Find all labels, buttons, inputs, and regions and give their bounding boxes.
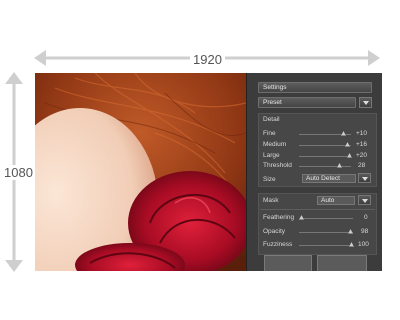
photo-canvas[interactable] (35, 73, 246, 271)
slider-threshold-track[interactable] (299, 166, 351, 167)
slider-medium-track[interactable] (299, 145, 351, 146)
slider-threshold-value: 28 (358, 162, 366, 169)
preset-dropdown-chevron-icon[interactable] (359, 97, 372, 108)
portrait-image (35, 73, 246, 271)
settings-title-bar: Settings (258, 82, 372, 93)
slider-fuzziness-label: Fuzziness (263, 241, 293, 248)
slider-opacity-label: Opacity (263, 228, 286, 235)
size-dropdown[interactable]: Auto Detect (302, 174, 356, 183)
slider-feathering-value: 0 (364, 214, 368, 221)
mask-dropdown[interactable]: Auto (317, 196, 355, 205)
slider-large-track[interactable] (299, 156, 351, 157)
slider-large-value: +20 (356, 152, 368, 159)
slider-medium-label: Medium (263, 141, 287, 148)
detail-header: Detail (263, 116, 280, 123)
settings-panel: Settings Preset Detail Fine +10 Medium +… (246, 73, 382, 271)
height-label: 1080 (1, 165, 36, 180)
slider-opacity-value: 98 (361, 228, 369, 235)
slider-large-label: Large (263, 152, 280, 159)
slider-feathering-label: Feathering (263, 214, 295, 221)
slider-feathering-track[interactable] (299, 218, 353, 219)
slider-medium-value: +16 (356, 141, 368, 148)
mask-divider (260, 209, 375, 210)
size-label: Size (263, 176, 276, 183)
slider-opacity-track[interactable] (299, 232, 353, 233)
preview-tile-right[interactable] (317, 255, 367, 271)
slider-fuzziness-track[interactable] (299, 245, 353, 246)
slider-fine-label: Fine (263, 130, 276, 137)
slider-threshold-label: Threshold (263, 162, 292, 169)
slider-fuzziness-value: 100 (358, 241, 369, 248)
size-dropdown-chevron-icon[interactable] (358, 173, 371, 183)
mask-dropdown-chevron-icon[interactable] (358, 195, 371, 205)
mask-label: Mask (263, 197, 279, 204)
preset-dropdown[interactable]: Preset (258, 97, 356, 108)
width-label: 1920 (190, 52, 225, 67)
preview-tile-left[interactable] (264, 255, 312, 271)
slider-fine-value: +10 (356, 130, 368, 137)
